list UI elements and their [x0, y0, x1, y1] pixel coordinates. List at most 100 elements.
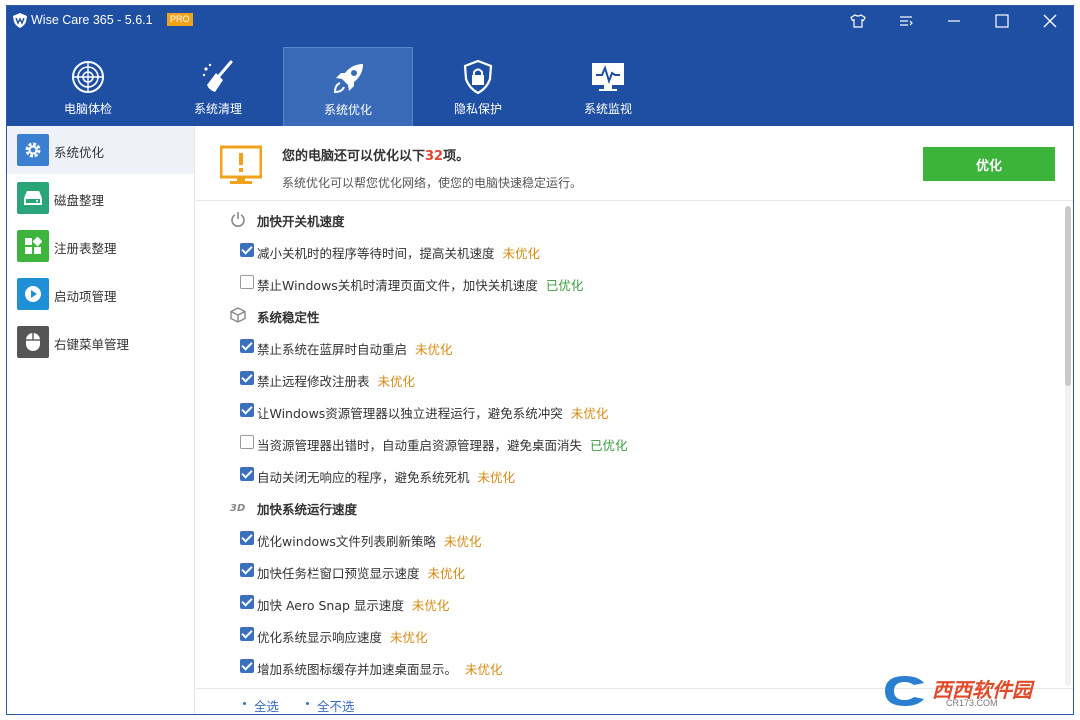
- item-label[interactable]: 减小关机时的程序等待时间，提高关机速度: [257, 246, 495, 261]
- item-checkbox[interactable]: [240, 659, 254, 673]
- watermark: 西西软件园 CR173.COM: [880, 671, 1060, 711]
- sidebar-item-label: 右键菜单管理: [54, 337, 130, 352]
- minimize-button[interactable]: [931, 6, 977, 36]
- optimization-item: 优化系统显示响应速度 未优化: [196, 624, 1062, 646]
- item-status: 已优化: [590, 438, 628, 453]
- scrollbar[interactable]: [1065, 206, 1071, 686]
- item-status: 未优化: [570, 406, 609, 421]
- mouse-icon: [17, 326, 49, 358]
- optimization-item: 禁止Windows关机时清理页面文件，加快关机速度 已优化: [196, 272, 1062, 294]
- nav-item-label: 系统清理: [193, 102, 242, 116]
- item-status: 未优化: [390, 630, 428, 645]
- item-status: 未优化: [411, 598, 450, 613]
- scrollbar-thumb[interactable]: [1065, 206, 1071, 386]
- category-header: 加快开关机速度: [196, 208, 1062, 230]
- top-bar: Wise Care 365 - 5.6.1 PRO 电脑体检 系统清理 系统优化…: [7, 6, 1073, 126]
- cube-icon: [230, 307, 246, 323]
- optimization-item: 减小关机时的程序等待时间，提高关机速度 未优化: [196, 240, 1062, 262]
- menu-button[interactable]: [883, 6, 929, 36]
- summary-subtitle: 系统优化可以帮您优化网络，使您的电脑快速稳定运行。: [282, 176, 583, 190]
- sidebar-item-optimize[interactable]: 系统优化: [7, 126, 194, 174]
- item-label[interactable]: 增加系统图标缓存并加速桌面显示。: [257, 662, 457, 677]
- nav-item-label: 电脑体检: [63, 102, 112, 116]
- item-label[interactable]: 优化系统显示响应速度: [257, 630, 382, 645]
- sidebar-item-disk[interactable]: 磁盘整理: [7, 174, 194, 222]
- optimization-item: 加快任务栏窗口预览显示速度 未优化: [196, 560, 1062, 582]
- broom-icon: [202, 60, 233, 92]
- item-status: 未优化: [465, 662, 503, 677]
- svg-text:3D: 3D: [230, 503, 245, 514]
- category-header: 系统稳定性: [196, 304, 1062, 326]
- item-text-wrap: 增加系统图标缓存并加速桌面显示。 未优化: [257, 659, 503, 678]
- nav-item-checkup[interactable]: 电脑体检: [23, 47, 153, 126]
- item-checkbox[interactable]: [240, 403, 254, 417]
- item-checkbox[interactable]: [240, 339, 254, 353]
- sidebar-item-registry[interactable]: 注册表整理: [7, 222, 194, 270]
- item-checkbox[interactable]: [240, 467, 254, 481]
- play-icon: [17, 278, 49, 310]
- gear-icon: [17, 134, 49, 166]
- category-header: 3D 加快系统运行速度: [196, 496, 1062, 518]
- item-checkbox[interactable]: [240, 627, 254, 641]
- bullet-icon: [306, 702, 309, 705]
- item-label[interactable]: 自动关闭无响应的程序，避免系统死机: [257, 470, 470, 485]
- pro-badge: PRO: [167, 13, 193, 26]
- sidebar-item-label: 系统优化: [54, 145, 105, 160]
- optimize-count: 32: [425, 149, 444, 164]
- watermark-url: CR173.COM: [946, 698, 998, 708]
- summary-title-prefix: 您的电脑还可以优化以下: [282, 149, 426, 164]
- item-label[interactable]: 加快 Aero Snap 显示速度: [257, 598, 404, 613]
- item-label[interactable]: 优化windows文件列表刷新策略: [257, 534, 436, 549]
- select-all-link[interactable]: 全选: [254, 696, 279, 714]
- nav-item-optimize[interactable]: 系统优化: [283, 47, 413, 126]
- item-checkbox[interactable]: [240, 563, 254, 577]
- registry-icon: [17, 230, 49, 262]
- category-label: 系统稳定性: [257, 310, 320, 325]
- 3d-icon: 3D: [230, 499, 246, 515]
- maximize-icon: [995, 14, 1009, 28]
- item-label[interactable]: 加快任务栏窗口预览显示速度: [257, 566, 420, 581]
- item-checkbox[interactable]: [240, 435, 254, 449]
- nav-item-clean[interactable]: 系统清理: [153, 47, 283, 126]
- optimization-item: 禁止系统在蓝屏时自动重启 未优化: [196, 336, 1062, 358]
- item-label[interactable]: 禁止Windows关机时清理页面文件，加快关机速度: [257, 278, 538, 293]
- optimize-button[interactable]: 优化: [923, 147, 1055, 181]
- optimization-item: 禁止远程修改注册表 未优化: [196, 368, 1062, 390]
- bullet-icon: [243, 702, 246, 705]
- item-label[interactable]: 当资源管理器出错时，自动重启资源管理器，避免桌面消失: [257, 438, 582, 453]
- item-checkbox[interactable]: [240, 531, 254, 545]
- item-checkbox[interactable]: [240, 243, 254, 257]
- item-checkbox[interactable]: [240, 595, 254, 609]
- nav-item-monitor[interactable]: 系统监视: [543, 47, 673, 126]
- optimization-list: 加快开关机速度 减小关机时的程序等待时间，提高关机速度 未优化 禁止Windows关机…: [196, 202, 1062, 687]
- sidebar-item-startup[interactable]: 启动项管理: [7, 270, 194, 318]
- close-button[interactable]: [1027, 6, 1073, 36]
- select-none-link[interactable]: 全不选: [317, 696, 355, 714]
- maximize-button[interactable]: [979, 6, 1025, 36]
- nav-item-label: 系统优化: [323, 103, 372, 117]
- item-status: 未优化: [477, 470, 516, 485]
- app-title: Wise Care 365 - 5.6.1: [31, 13, 153, 27]
- item-text-wrap: 减小关机时的程序等待时间，提高关机速度 未优化: [257, 243, 540, 262]
- sidebar-item-context-menu[interactable]: 右键菜单管理: [7, 318, 194, 366]
- item-text-wrap: 加快 Aero Snap 显示速度 未优化: [257, 595, 449, 614]
- skin-button[interactable]: [835, 6, 881, 36]
- nav-item-privacy[interactable]: 隐私保护: [413, 47, 543, 126]
- item-label[interactable]: 让Windows资源管理器以独立进程运行，避免系统冲突: [257, 406, 563, 421]
- app-window: Wise Care 365 - 5.6.1 PRO 电脑体检 系统清理 系统优化…: [6, 5, 1074, 715]
- item-text-wrap: 优化系统显示响应速度 未优化: [257, 627, 428, 646]
- main-content: 您的电脑还可以优化以下32项。 系统优化可以帮您优化网络，使您的电脑快速稳定运行…: [196, 126, 1073, 714]
- item-checkbox[interactable]: [240, 275, 254, 289]
- sidebar-item-label: 磁盘整理: [54, 193, 105, 208]
- item-checkbox[interactable]: [240, 371, 254, 385]
- disk-icon: [17, 182, 49, 214]
- item-label[interactable]: 禁止系统在蓝屏时自动重启: [257, 342, 407, 357]
- minimize-icon: [948, 20, 960, 22]
- item-text-wrap: 禁止系统在蓝屏时自动重启 未优化: [257, 339, 453, 358]
- item-text-wrap: 当资源管理器出错时，自动重启资源管理器，避免桌面消失 已优化: [257, 435, 628, 454]
- item-label[interactable]: 禁止远程修改注册表: [257, 374, 370, 389]
- title-bar: Wise Care 365 - 5.6.1 PRO: [7, 6, 1073, 36]
- category-label: 加快系统运行速度: [257, 502, 358, 517]
- optimization-item: 当资源管理器出错时，自动重启资源管理器，避免桌面消失 已优化: [196, 432, 1062, 454]
- item-status: 未优化: [443, 534, 482, 549]
